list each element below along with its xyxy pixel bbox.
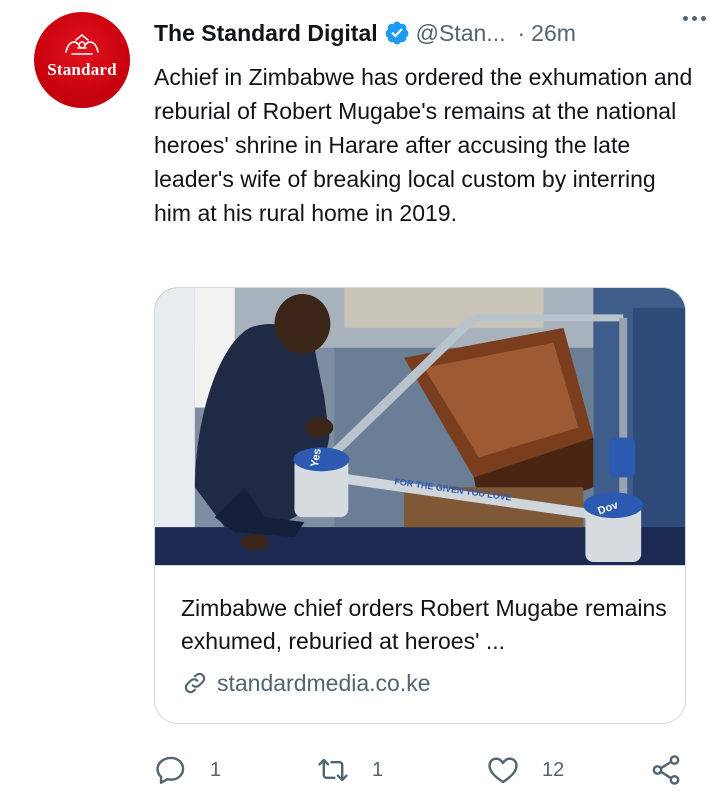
crest-icon xyxy=(65,33,99,55)
share-button[interactable] xyxy=(649,748,683,792)
retweet-button[interactable]: 1 xyxy=(316,748,383,792)
card-domain-text: standardmedia.co.ke xyxy=(217,669,431,696)
like-button[interactable]: 12 xyxy=(486,748,564,792)
more-options-icon[interactable] xyxy=(676,8,712,28)
timestamp[interactable]: 26m xyxy=(531,20,576,47)
avatar[interactable]: Standard xyxy=(34,12,130,108)
card-domain[interactable]: standardmedia.co.ke xyxy=(181,666,431,700)
link-card[interactable]: Yes FOR THE GIVEN YOU LOVE Dov Zimbabwe … xyxy=(154,287,686,724)
share-icon xyxy=(652,755,680,785)
tweet-header: The Standard Digital @Stan... · 26m xyxy=(154,16,692,50)
reply-button[interactable]: 1 xyxy=(154,748,221,792)
action-bar: 1 1 12 xyxy=(154,748,694,792)
verified-badge-icon xyxy=(385,21,409,45)
like-count: 12 xyxy=(542,758,565,781)
separator-dot: · xyxy=(517,19,526,46)
card-title[interactable]: Zimbabwe chief orders Robert Mugabe rema… xyxy=(181,592,671,658)
user-handle[interactable]: @Stan... xyxy=(416,20,506,47)
retweet-count: 1 xyxy=(372,758,384,781)
tweet-text: Achief in Zimbabwe has ordered the exhum… xyxy=(154,64,693,226)
reply-icon xyxy=(156,756,185,784)
card-image[interactable]: Yes FOR THE GIVEN YOU LOVE Dov xyxy=(155,288,685,566)
link-icon xyxy=(184,672,206,694)
avatar-brand-text: Standard xyxy=(47,60,117,79)
like-icon xyxy=(488,757,518,784)
reply-count: 1 xyxy=(210,758,222,781)
display-name[interactable]: The Standard Digital xyxy=(154,20,378,47)
retweet-icon xyxy=(318,758,348,782)
